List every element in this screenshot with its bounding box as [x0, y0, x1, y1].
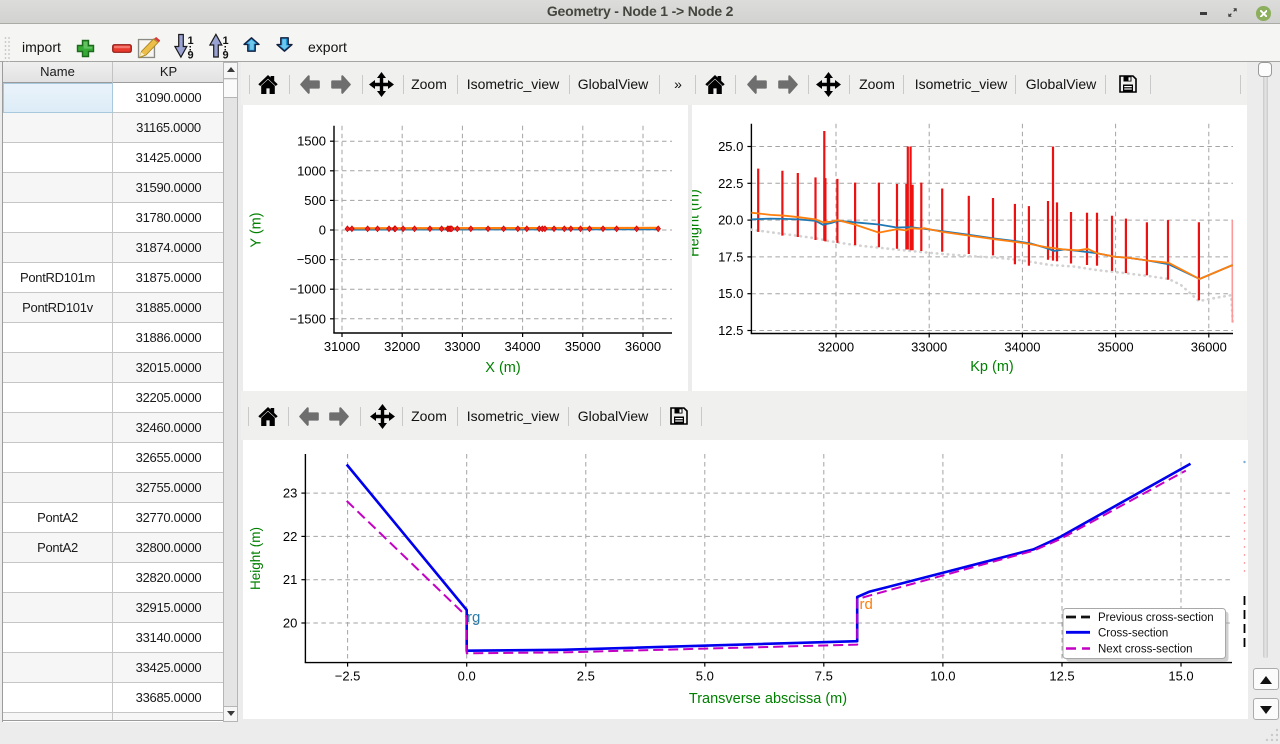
- svg-text:rd: rd: [860, 596, 873, 613]
- svg-text:22: 22: [283, 529, 297, 544]
- svg-text:31000: 31000: [324, 339, 360, 354]
- svg-text:33000: 33000: [911, 340, 947, 355]
- svg-text:36000: 36000: [625, 339, 661, 354]
- svg-text:rg: rg: [467, 609, 480, 626]
- svg-text:36000: 36000: [1191, 340, 1227, 355]
- svg-text:34000: 34000: [1004, 340, 1040, 355]
- svg-text:15.0: 15.0: [718, 286, 743, 301]
- svg-text:−1500: −1500: [289, 311, 326, 326]
- svg-text:20: 20: [283, 616, 297, 631]
- svg-text:500: 500: [304, 193, 326, 208]
- svg-text:23: 23: [283, 486, 297, 501]
- svg-text:−1000: −1000: [289, 282, 326, 297]
- svg-text:12.5: 12.5: [718, 323, 743, 338]
- svg-text:25.0: 25.0: [718, 139, 743, 154]
- svg-text:1500: 1500: [297, 134, 326, 149]
- svg-text:12.5: 12.5: [1049, 669, 1074, 684]
- svg-text:1: 1: [188, 35, 194, 47]
- svg-text:35000: 35000: [565, 339, 601, 354]
- svg-text:15.0: 15.0: [1168, 669, 1193, 684]
- svg-text:2.5: 2.5: [577, 669, 595, 684]
- svg-text:Height (m): Height (m): [248, 527, 263, 590]
- svg-text:0: 0: [319, 223, 326, 238]
- svg-text:Transverse abscissa (m): Transverse abscissa (m): [689, 691, 847, 707]
- svg-text:X (m): X (m): [485, 360, 520, 376]
- svg-text:Height (m): Height (m): [692, 189, 703, 257]
- svg-text:32000: 32000: [384, 339, 420, 354]
- svg-text:0.0: 0.0: [458, 669, 476, 684]
- svg-text:Next cross-section: Next cross-section: [1098, 644, 1193, 656]
- svg-text:20.0: 20.0: [718, 213, 743, 228]
- svg-text:5.0: 5.0: [696, 669, 714, 684]
- svg-text:Cross-section: Cross-section: [1098, 627, 1168, 639]
- svg-text:−2.5: −2.5: [335, 669, 361, 684]
- svg-text:1000: 1000: [297, 163, 326, 178]
- svg-text:21: 21: [283, 572, 297, 587]
- svg-text:7.5: 7.5: [815, 669, 833, 684]
- svg-text:9: 9: [223, 50, 229, 60]
- svg-text:34000: 34000: [505, 339, 541, 354]
- svg-text:17.5: 17.5: [718, 249, 743, 264]
- svg-text:Kp (m): Kp (m): [970, 359, 1014, 375]
- svg-text:22.5: 22.5: [718, 176, 743, 191]
- svg-text:−500: −500: [297, 252, 326, 267]
- svg-text:32000: 32000: [818, 340, 854, 355]
- svg-text:33000: 33000: [444, 339, 480, 354]
- svg-text:9: 9: [188, 50, 194, 60]
- svg-text:10.0: 10.0: [930, 669, 955, 684]
- svg-text:Y (m): Y (m): [249, 212, 265, 247]
- svg-text:35000: 35000: [1098, 340, 1134, 355]
- svg-text:1: 1: [223, 35, 229, 47]
- svg-text:Previous cross-section: Previous cross-section: [1098, 612, 1214, 624]
